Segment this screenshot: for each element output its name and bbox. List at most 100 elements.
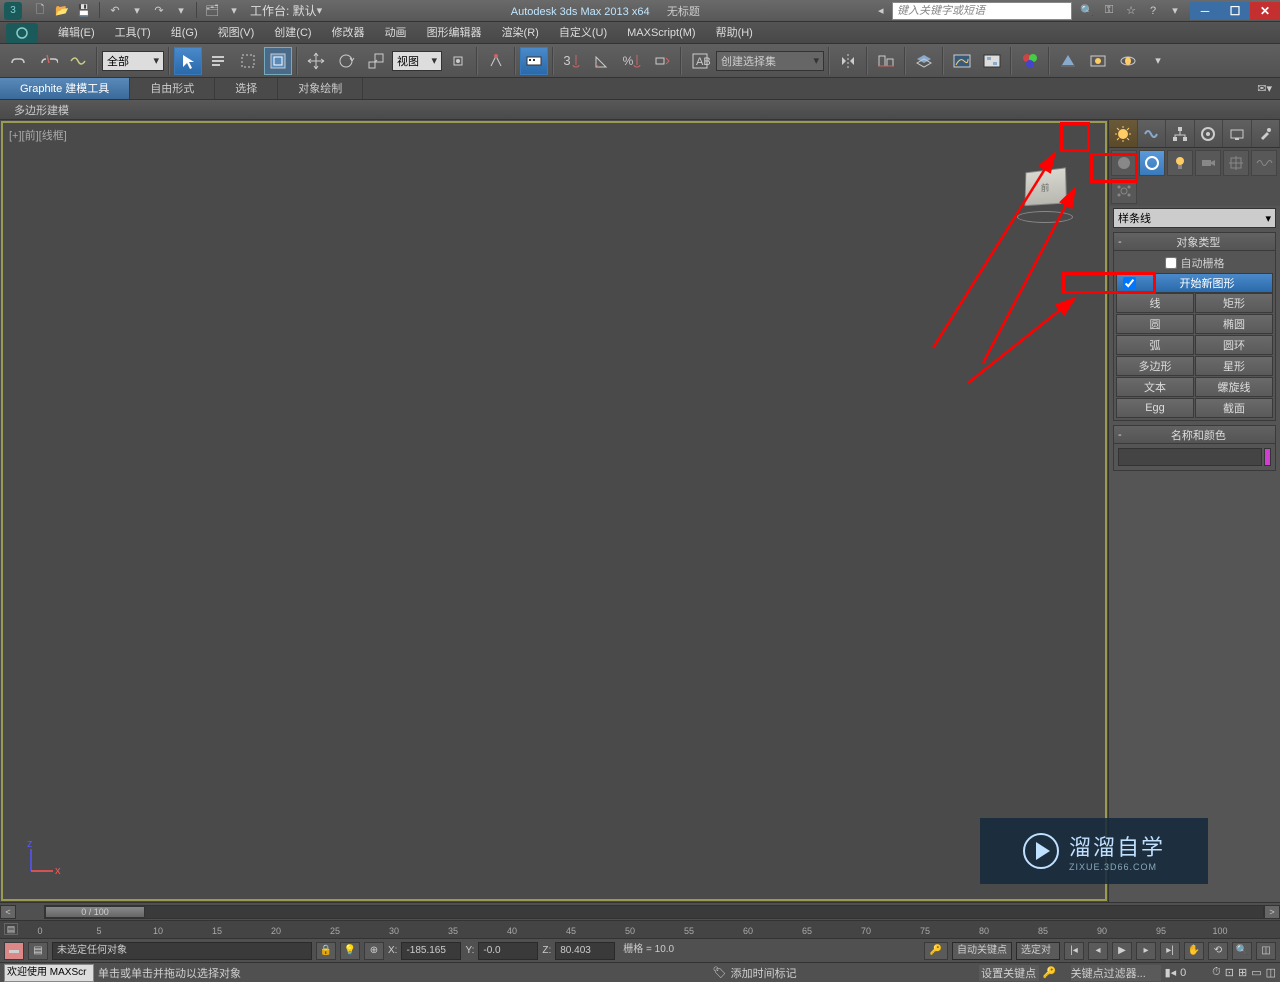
menu-1[interactable]: 工具(T) <box>105 22 161 44</box>
manipulate-icon[interactable] <box>482 47 510 75</box>
menu-7[interactable]: 图形编辑器 <box>417 22 492 44</box>
obj-btn-2-1[interactable]: 圆环 <box>1195 335 1273 355</box>
obj-btn-5-1[interactable]: 截面 <box>1195 398 1273 418</box>
obj-btn-2-0[interactable]: 弧 <box>1116 335 1194 355</box>
pivot-center-icon[interactable] <box>444 47 472 75</box>
render-drop-icon[interactable]: ▾ <box>1144 47 1172 75</box>
search-icon[interactable]: 🔍 <box>1078 2 1096 20</box>
play-icon[interactable]: ▶ <box>1112 942 1132 960</box>
workspace-drop-icon[interactable]: ▾ <box>317 4 333 17</box>
time-slider-right-icon[interactable]: > <box>1264 905 1280 919</box>
add-time-tag[interactable]: 添加时间标记 <box>731 965 831 981</box>
track-bar[interactable]: ▤ 05101520253035404550556065707580859095… <box>0 920 1280 938</box>
menu-11[interactable]: 帮助(H) <box>706 22 763 44</box>
comm-center-icon[interactable]: ⚿ <box>1100 2 1118 20</box>
render-setup-icon[interactable] <box>1054 47 1082 75</box>
obj-btn-0-1[interactable]: 矩形 <box>1195 293 1273 313</box>
move-icon[interactable] <box>302 47 330 75</box>
render-production-icon[interactable] <box>1114 47 1142 75</box>
app-menu-icon[interactable]: 3 <box>4 2 22 20</box>
new-icon[interactable]: 🗋 <box>30 2 50 20</box>
modify-tab[interactable] <box>1138 120 1167 147</box>
spinner-snap-icon[interactable] <box>648 47 676 75</box>
nav-zoom-icon[interactable]: 🔍 <box>1232 942 1252 960</box>
curve-editor-icon[interactable] <box>948 47 976 75</box>
nav-zoom-ext-icon[interactable]: ⊞ <box>1238 966 1247 979</box>
isolate-icon[interactable]: 💡 <box>340 942 360 960</box>
rotate-icon[interactable] <box>332 47 360 75</box>
edit-named-sel-icon[interactable]: ABC <box>686 47 714 75</box>
layer-manager-icon[interactable] <box>910 47 938 75</box>
time-tag-icon[interactable]: 🏷 <box>713 966 727 979</box>
workspace-label[interactable]: 工作台: 默认 <box>250 2 317 19</box>
object-name-input[interactable] <box>1118 448 1262 466</box>
redo-icon[interactable]: ↷ <box>149 2 169 20</box>
mirror-icon[interactable] <box>834 47 862 75</box>
window-maximize-button[interactable]: ☐ <box>1220 2 1250 20</box>
current-frame-input[interactable]: 0 <box>1180 967 1208 979</box>
nav-max-icon[interactable]: ◫ <box>1266 966 1276 979</box>
snap-3d-icon[interactable]: 3 <box>558 47 586 75</box>
welcome-field[interactable]: 欢迎使用 MAXScr <box>4 964 94 982</box>
goto-end-icon[interactable]: ▸| <box>1160 942 1180 960</box>
utilities-tab[interactable] <box>1252 120 1280 147</box>
project-icon[interactable]: 🗂 <box>202 2 222 20</box>
rollout-title-namecolor[interactable]: 名称和颜色 <box>1126 427 1271 443</box>
key-icon[interactable]: 🔑 <box>924 942 948 960</box>
nav-arc-icon[interactable]: ⟲ <box>1208 942 1228 960</box>
open-icon[interactable]: 📂 <box>52 2 72 20</box>
rollout-title-objtype[interactable]: 对象类型 <box>1126 234 1271 250</box>
help-drop-icon[interactable]: ▾ <box>1166 2 1184 20</box>
time-config-icon[interactable]: ⏱ <box>1212 966 1221 979</box>
scale-icon[interactable] <box>362 47 390 75</box>
script-toggle-icon[interactable]: ▤ <box>28 942 48 960</box>
selection-filter-dropdown[interactable]: 全部 <box>102 51 164 71</box>
undo-icon[interactable]: ↶ <box>105 2 125 20</box>
setkey-key-icon[interactable]: 🔑 <box>1043 966 1067 979</box>
window-close-button[interactable]: ✕ <box>1250 2 1280 20</box>
time-slider-thumb[interactable]: 0 / 100 <box>45 906 145 918</box>
ribbon-subtab-polymodel[interactable]: 多边形建模 <box>6 102 77 118</box>
geometry-subtab[interactable] <box>1111 150 1137 176</box>
autogrid-checkbox[interactable] <box>1165 257 1177 269</box>
menu-9[interactable]: 自定义(U) <box>549 22 617 44</box>
setkey-button[interactable]: 设置关键点 <box>979 965 1039 981</box>
viewcube[interactable]: 前 <box>1013 163 1077 227</box>
unlink-icon[interactable] <box>34 47 62 75</box>
ribbon-expand-icon[interactable]: ✉▾ <box>1249 78 1280 99</box>
motion-tab[interactable] <box>1195 120 1224 147</box>
viewport[interactable]: [+][前][线框] 前 z x <box>1 121 1107 901</box>
menu-8[interactable]: 渲染(R) <box>492 22 549 44</box>
next-frame-icon[interactable]: ▸ <box>1136 942 1156 960</box>
nav-fov-icon[interactable]: ◫ <box>1256 942 1276 960</box>
key-filter-button[interactable]: 关键点过滤器... <box>1071 965 1161 981</box>
time-slider-track[interactable]: 0 / 100 <box>44 905 1264 919</box>
obj-btn-4-1[interactable]: 螺旋线 <box>1195 377 1273 397</box>
object-color-swatch[interactable] <box>1264 448 1271 466</box>
angle-snap-icon[interactable] <box>588 47 616 75</box>
menu-0[interactable]: 编辑(E) <box>48 22 105 44</box>
search-prev-icon[interactable]: ◂ <box>878 4 892 17</box>
time-slider[interactable]: < 0 / 100 > <box>0 902 1280 920</box>
start-new-shape-checkbox[interactable] <box>1123 277 1136 290</box>
ribbon-tab-0[interactable]: Graphite 建模工具 <box>0 78 130 99</box>
abs-rel-icon[interactable]: ⊕ <box>364 942 384 960</box>
menu-6[interactable]: 动画 <box>375 22 417 44</box>
redo-drop-icon[interactable]: ▾ <box>171 2 191 20</box>
menu-3[interactable]: 视图(V) <box>208 22 265 44</box>
obj-btn-0-0[interactable]: 线 <box>1116 293 1194 313</box>
project-drop-icon[interactable]: ▾ <box>224 2 244 20</box>
lock-selection-icon[interactable]: 🔒 <box>316 942 336 960</box>
search-input[interactable]: 键入关键字或短语 <box>892 2 1072 20</box>
time-config-start-icon[interactable]: ▮◂ <box>1165 966 1177 979</box>
ref-coord-dropdown[interactable]: 视图 <box>392 51 442 71</box>
obj-btn-4-0[interactable]: 文本 <box>1116 377 1194 397</box>
hierarchy-tab[interactable] <box>1166 120 1195 147</box>
time-slider-left-icon[interactable]: < <box>0 905 16 919</box>
category-dropdown[interactable]: 样条线 <box>1113 208 1276 228</box>
keyboard-shortcut-toggle-icon[interactable] <box>520 47 548 75</box>
window-crossing-icon[interactable] <box>264 47 292 75</box>
obj-btn-3-0[interactable]: 多边形 <box>1116 356 1194 376</box>
ribbon-tab-3[interactable]: 对象绘制 <box>278 78 363 99</box>
favorites-icon[interactable]: ☆ <box>1122 2 1140 20</box>
